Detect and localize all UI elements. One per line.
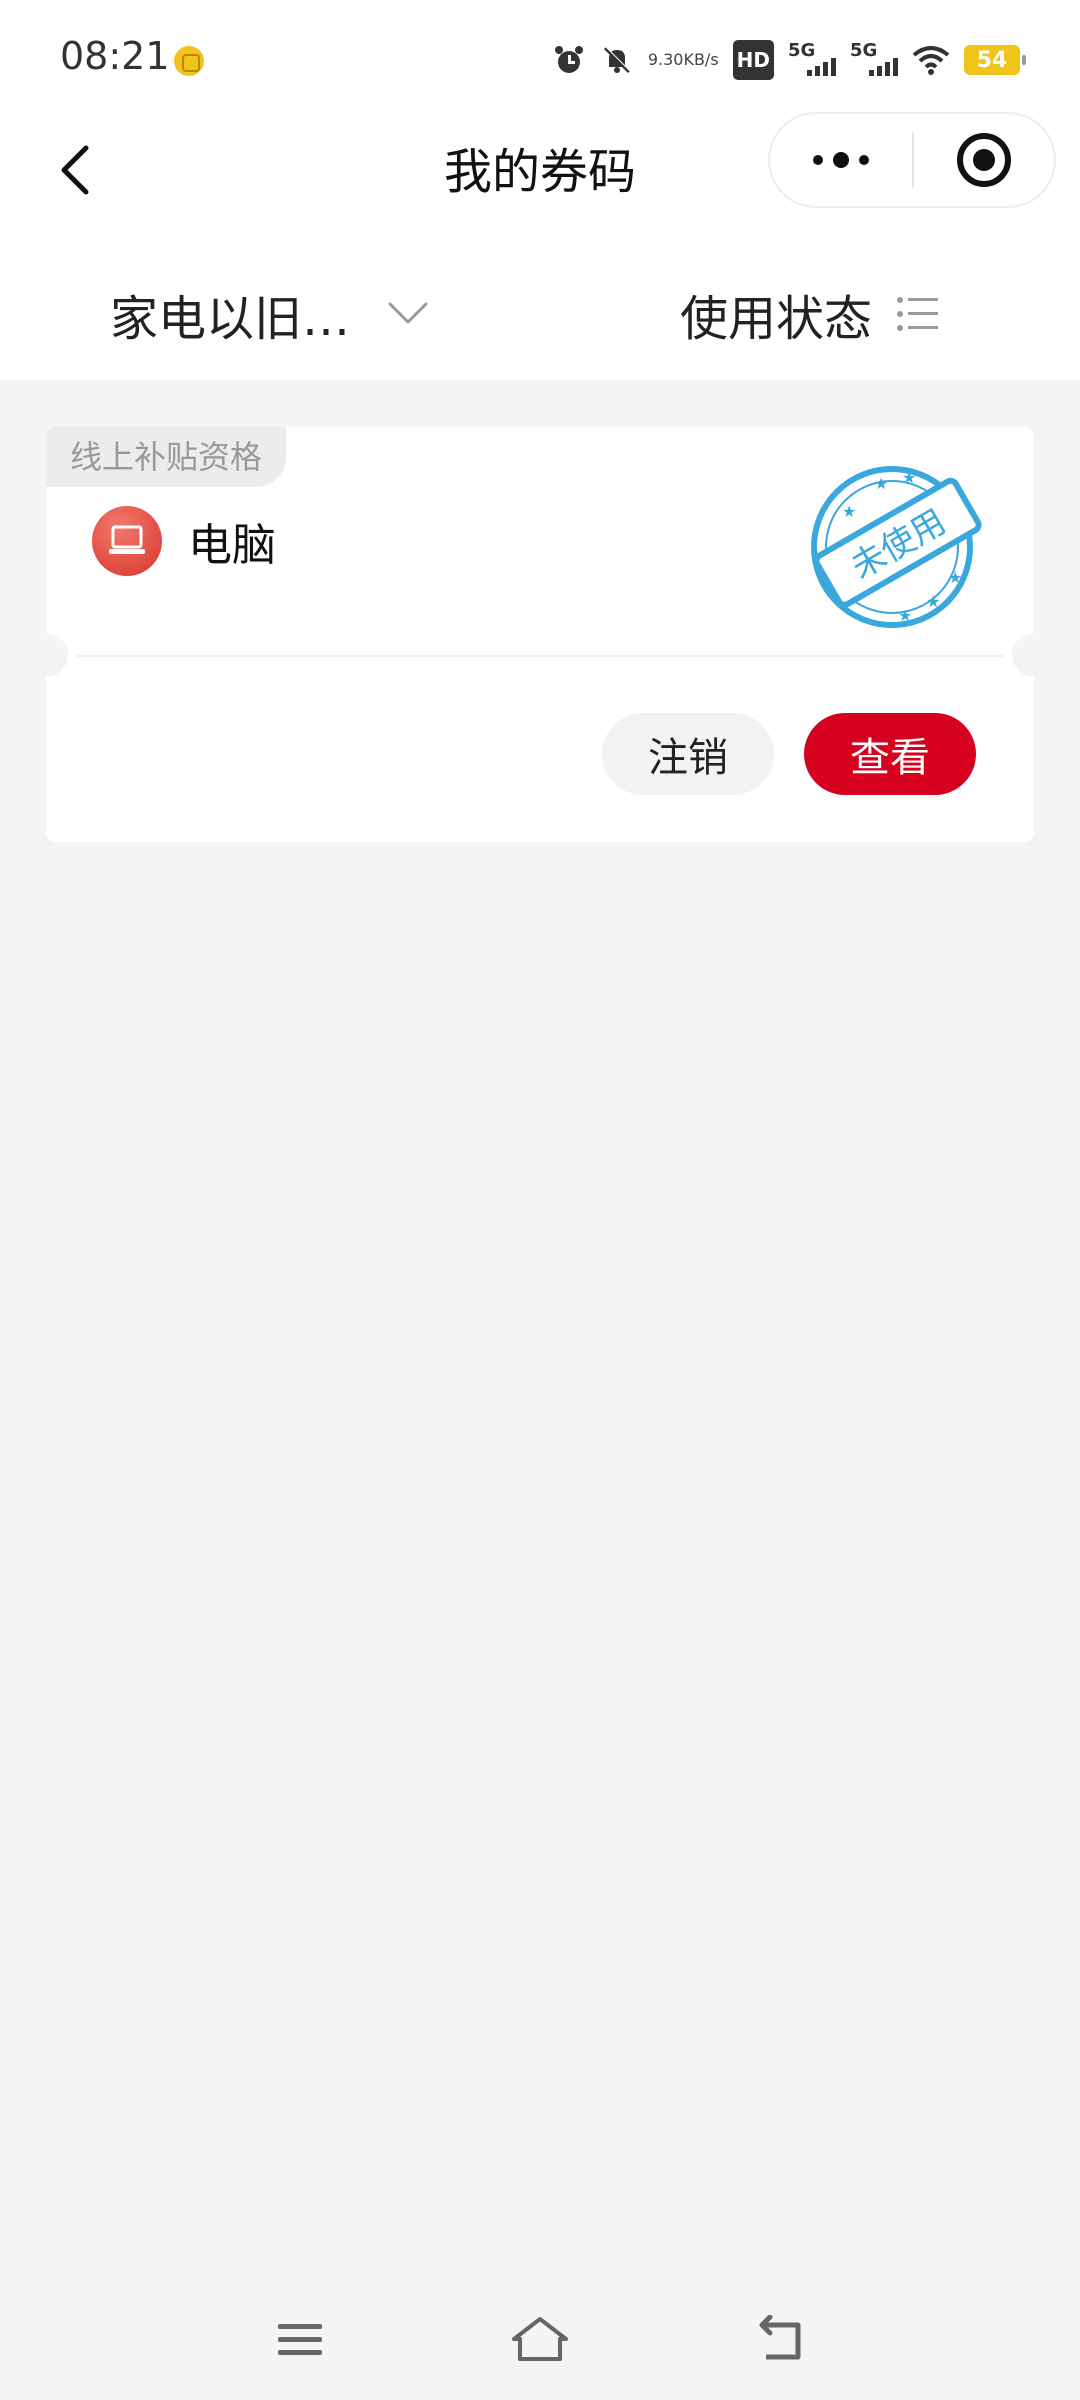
- card-notch-left: [24, 633, 68, 677]
- home-icon: [512, 2317, 568, 2361]
- cancel-coupon-button[interactable]: 注销: [602, 713, 774, 795]
- status-filter[interactable]: 使用状态: [680, 274, 940, 354]
- signal-5g-icon: 5G: [788, 40, 836, 80]
- hd-voice-icon: HD: [732, 40, 774, 80]
- category-filter[interactable]: 家电以旧…: [110, 274, 430, 354]
- category-filter-label: 家电以旧…: [110, 291, 351, 347]
- back-nav-button[interactable]: [740, 2300, 820, 2380]
- wifi-icon: [912, 40, 950, 80]
- back-arrow-icon: [759, 2315, 801, 2360]
- filter-bar: 家电以旧… 使用状态: [0, 250, 1080, 380]
- status-time: 08:21: [60, 34, 170, 78]
- status-filter-label: 使用状态: [680, 291, 873, 347]
- status-icons: 9.30 KB/s HD 5G 5G 54: [552, 38, 1026, 82]
- coin-notification-icon: [174, 46, 204, 76]
- target-icon: [957, 133, 1011, 187]
- mute-bell-icon: [600, 40, 634, 80]
- coupon-item-name: 电脑: [188, 520, 276, 571]
- more-dot-icon: [859, 155, 869, 165]
- coupon-card[interactable]: 线上补贴资格 电脑 未使用 ★ ★ ★ ★ ★ ★ 注销 查看: [24, 427, 1056, 842]
- more-dot-icon: [813, 155, 823, 165]
- svg-text:★: ★: [842, 502, 856, 521]
- network-speed-unit: KB/s: [683, 50, 719, 69]
- network-speed: 9.30 KB/s: [648, 40, 719, 80]
- alarm-icon: [552, 40, 586, 80]
- svg-text:★: ★: [898, 606, 912, 625]
- card-divider: [76, 655, 1004, 657]
- mini-program-capsule: [768, 112, 1056, 208]
- coupon-item: 电脑: [92, 505, 276, 577]
- svg-text:★: ★: [926, 592, 940, 611]
- close-mini-program-button[interactable]: [914, 112, 1054, 208]
- svg-text:★: ★: [874, 474, 888, 493]
- laptop-icon: [92, 506, 162, 576]
- network-speed-value: 9.30: [647, 50, 684, 69]
- system-navigation-bar: [0, 2290, 1080, 2390]
- coupon-tag: 线上补贴资格: [46, 427, 287, 487]
- unused-stamp-icon: 未使用 ★ ★ ★ ★ ★ ★: [811, 466, 982, 628]
- list-icon: [897, 297, 939, 331]
- svg-text:★: ★: [948, 568, 962, 587]
- more-dot-icon: [833, 152, 849, 168]
- signal-5g-icon: 5G: [850, 40, 898, 80]
- view-coupon-button[interactable]: 查看: [804, 713, 976, 795]
- svg-text:★: ★: [902, 468, 916, 487]
- card-notch-right: [1012, 633, 1056, 677]
- battery-icon: 54: [964, 45, 1026, 75]
- chevron-down-icon: [388, 302, 428, 324]
- home-button[interactable]: [500, 2300, 580, 2380]
- more-button[interactable]: [770, 112, 912, 208]
- menu-button[interactable]: [260, 2300, 340, 2380]
- navigation-bar: 我的券码: [0, 110, 1080, 250]
- status-bar: 08:21 9.30 KB/s HD 5G 5G 54: [0, 0, 1080, 120]
- menu-icon: [278, 2324, 322, 2355]
